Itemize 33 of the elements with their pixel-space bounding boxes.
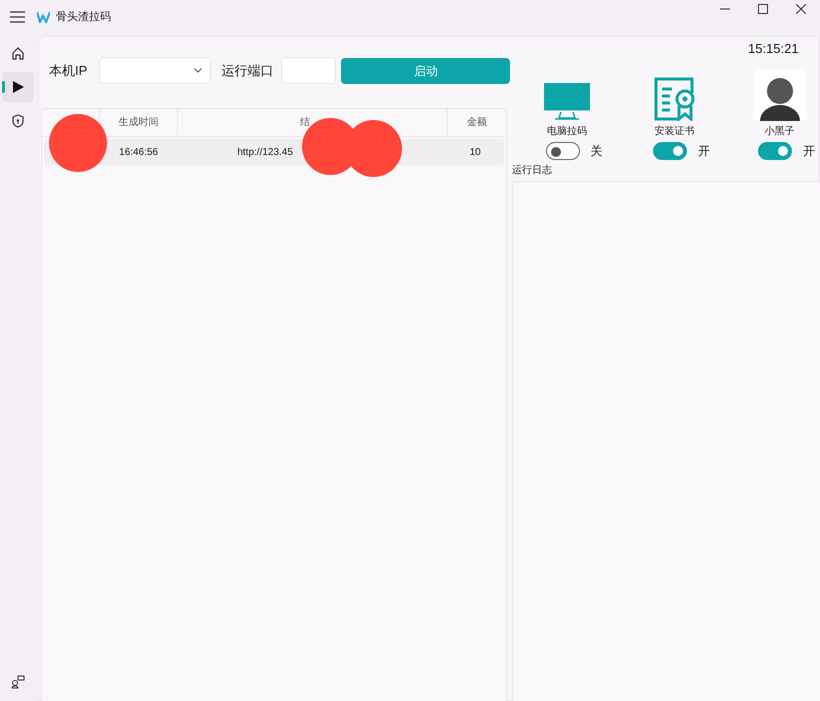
toggle-state: 开 — [803, 143, 815, 160]
toggle-switch[interactable] — [546, 142, 580, 160]
clock: 15:15:21 — [748, 40, 799, 58]
chevron-icon — [194, 68, 202, 73]
logo-icon — [37, 11, 50, 23]
toggle-state: 开 — [698, 143, 710, 160]
column-header: 金额 — [466, 116, 488, 130]
home-icon — [11, 46, 25, 60]
toggle-switch[interactable] — [653, 142, 687, 160]
table-cell-text: 10 — [468, 146, 482, 160]
table-cell-text: 16:46:56 — [118, 146, 159, 160]
monitor-icon — [543, 81, 591, 121]
shield-icon — [11, 114, 25, 128]
feature-label: 电脑拉码 — [547, 124, 587, 139]
feature-label: 安装证书 — [654, 124, 694, 139]
window-title: 骨头渣拉码 — [56, 10, 111, 25]
toggle-switch[interactable] — [758, 142, 792, 160]
play-icon — [11, 80, 25, 94]
table-cell-text: http://123.45 — [236, 146, 294, 160]
account-icon[interactable] — [11, 675, 25, 689]
port-label: 运行端口 — [221, 62, 274, 80]
toggle-state: 关 — [590, 143, 602, 160]
maximize-icon — [758, 4, 768, 14]
ip-label: 本机IP — [49, 62, 88, 80]
nav-item[interactable] — [2, 72, 34, 102]
minimize-icon — [720, 8, 730, 10]
avatar — [754, 69, 806, 121]
close-icon — [796, 4, 806, 14]
port-field[interactable] — [281, 57, 336, 84]
menu-icon[interactable] — [10, 11, 25, 23]
log-title: 运行日志 — [512, 164, 552, 178]
certificate-icon — [654, 77, 696, 121]
feature-label: 小黑子 — [764, 124, 794, 139]
